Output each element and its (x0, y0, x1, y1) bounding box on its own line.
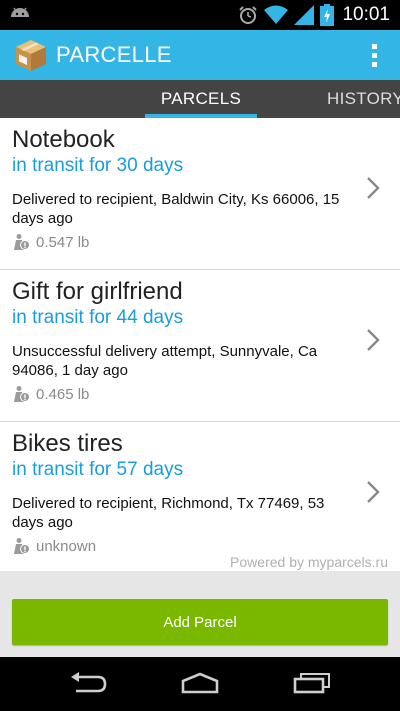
parcel-weight-row: 0.465 lb (12, 384, 89, 404)
weight-icon (14, 386, 30, 402)
wifi-icon (264, 5, 289, 24)
tab-parcels-label: PARCELS (160, 89, 242, 108)
chevron-right-icon (367, 481, 380, 503)
parcel-list: Notebook in transit for 30 days Delivere… (0, 118, 400, 571)
weight-icon (14, 234, 30, 250)
recents-icon[interactable] (292, 672, 332, 694)
navigation-bar (0, 657, 400, 711)
clock-time: 10:01 (342, 4, 390, 25)
status-bar: 10:01 (0, 0, 400, 30)
back-icon[interactable] (68, 672, 108, 694)
powered-by-text: Powered by myparcels.ru (230, 554, 388, 570)
parcel-status: Unsuccessful delivery attempt, Sunnyvale… (12, 343, 318, 379)
parcel-status: Delivered to recipient, Baldwin City, Ks… (12, 191, 340, 227)
bottom-panel: Add Parcel (0, 571, 400, 657)
parcel-item[interactable]: Notebook in transit for 30 days Delivere… (0, 118, 400, 270)
chevron-right-icon (367, 177, 380, 199)
tab-bar: PARCELS HISTORY (0, 80, 400, 118)
parcel-name: Bikes tires (12, 430, 123, 457)
action-bar: PARCELLE (0, 30, 400, 80)
parcel-weight: 0.547 lb (36, 233, 90, 251)
overflow-menu-icon[interactable] (370, 44, 378, 68)
parcel-box-icon[interactable] (12, 36, 50, 74)
parcel-item[interactable]: Gift for girlfriend in transit for 44 da… (0, 270, 400, 422)
battery-icon (320, 4, 335, 26)
signal-icon (294, 5, 315, 25)
parcel-transit-duration: in transit for 57 days (12, 459, 184, 480)
parcel-weight: unknown (36, 537, 97, 555)
tab-parcels[interactable]: PARCELS (145, 80, 257, 118)
parcel-transit-duration: in transit for 44 days (12, 307, 184, 328)
tab-history[interactable]: HISTORY (327, 80, 400, 118)
parcel-transit-duration: in transit for 30 days (12, 155, 184, 176)
home-icon[interactable] (180, 672, 220, 694)
add-parcel-button[interactable]: Add Parcel (12, 599, 388, 645)
parcel-weight: 0.465 lb (36, 385, 90, 403)
chevron-right-icon (367, 329, 380, 351)
parcel-name: Notebook (12, 126, 115, 153)
parcel-weight-row: unknown (12, 536, 96, 556)
parcel-status: Delivered to recipient, Richmond, Tx 774… (12, 495, 325, 531)
alarm-icon (239, 6, 258, 24)
parcel-name: Gift for girlfriend (12, 278, 183, 305)
app-title: PARCELLE (56, 42, 172, 67)
parcel-item[interactable]: Bikes tires in transit for 57 days Deliv… (0, 422, 400, 571)
parcel-weight-row: 0.547 lb (12, 232, 89, 252)
android-icon (11, 7, 29, 17)
tab-history-label: HISTORY (327, 89, 400, 108)
weight-icon (14, 538, 30, 554)
